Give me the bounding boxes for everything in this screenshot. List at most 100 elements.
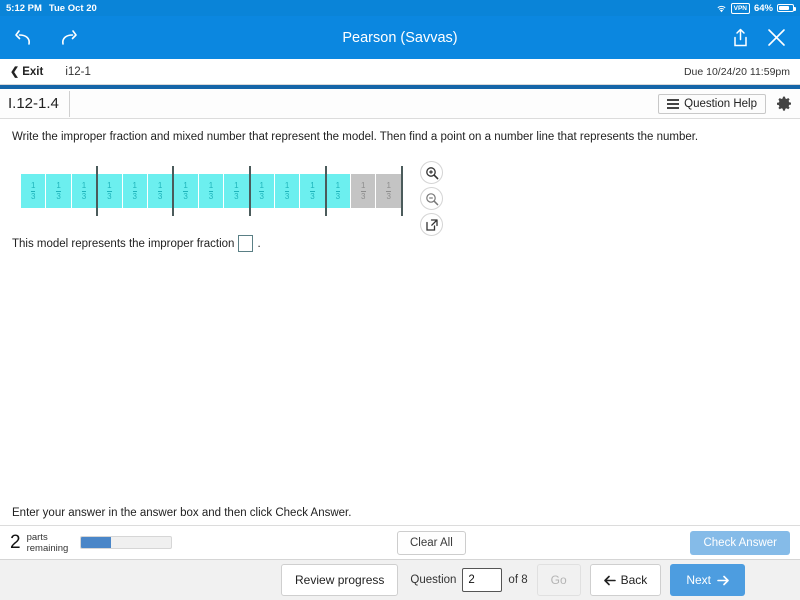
fraction-label: 13 — [234, 180, 239, 201]
question-help-button[interactable]: Question Help — [658, 93, 766, 114]
assignment-id: i12-1 — [65, 65, 91, 78]
fraction-label: 13 — [361, 180, 366, 201]
parts-remaining-count: 2 — [10, 531, 21, 553]
fraction-label: 13 — [81, 180, 87, 201]
whole-unit-divider — [248, 166, 251, 217]
status-date: Tue Oct 20 — [48, 2, 97, 14]
progress-bar — [80, 536, 173, 549]
ios-status-bar: 5:12 PM Tue Oct 20 VPN 64% — [0, 0, 800, 16]
title-tools-group: Question Help — [658, 93, 792, 114]
fraction-tile[interactable]: 13 — [97, 174, 123, 209]
fraction-tile[interactable]: 13 — [122, 174, 148, 209]
open-in-new-icon[interactable] — [420, 213, 443, 237]
back-label: Back — [620, 573, 648, 587]
answer-sentence-suffix: . — [257, 237, 261, 250]
nav-left-group — [14, 28, 78, 48]
progress-bar-fill — [81, 537, 111, 548]
fraction-label: 13 — [284, 180, 290, 201]
fraction-tile[interactable]: 13 — [173, 174, 199, 209]
answer-sentence-prefix: This model represents the improper fract… — [12, 237, 235, 250]
whole-unit-divider — [96, 166, 99, 217]
status-time: 5:12 PM — [6, 2, 42, 14]
question-label: Question — [410, 574, 457, 586]
question-number-input[interactable] — [462, 568, 503, 592]
due-date: Due 10/24/20 11:59pm — [683, 65, 790, 78]
fraction-model: 13 13 13 13 13 13 13 13 13 13 13 13 13 13 13 — [12, 161, 788, 237]
whole-unit-divider — [401, 166, 403, 217]
arrow-right-icon — [717, 575, 729, 585]
share-icon[interactable] — [732, 28, 749, 48]
parts-label-line1: parts — [26, 531, 48, 543]
fraction-label: 13 — [183, 180, 188, 201]
next-label: Next — [686, 573, 711, 587]
question-total-label: of 8 — [508, 574, 528, 586]
zoom-out-icon[interactable] — [420, 187, 443, 211]
chevron-left-icon: ❮ — [10, 66, 20, 78]
nav-right-group — [732, 28, 786, 48]
arrow-left-icon — [603, 575, 616, 585]
fraction-label: 13 — [132, 180, 137, 201]
fraction-tile[interactable]: 13 — [274, 174, 301, 209]
app-root: 5:12 PM Tue Oct 20 VPN 64% Pearson (Savv… — [0, 0, 800, 600]
answer-sentence: This model represents the improper fract… — [12, 235, 788, 253]
fraction-label: 13 — [56, 180, 61, 201]
fraction-label: 13 — [310, 180, 315, 201]
exercise-title: I.12-1.4 — [8, 90, 70, 117]
fraction-label: 13 — [30, 180, 36, 201]
exit-label: Exit — [22, 65, 44, 78]
parts-label-line2: remaining — [26, 542, 69, 554]
app-nav-bar: Pearson (Savvas) — [0, 16, 800, 59]
answer-input-box[interactable] — [238, 235, 254, 253]
parts-remaining-label: parts remaining — [27, 532, 69, 554]
fraction-tile[interactable]: 13 — [351, 174, 377, 209]
fraction-label: 13 — [208, 180, 214, 201]
page-title: Pearson (Savvas) — [342, 29, 458, 46]
clear-all-button[interactable]: Clear All — [396, 530, 466, 555]
status-bar-left: 5:12 PM Tue Oct 20 — [6, 3, 97, 14]
fraction-tile[interactable]: 13 — [376, 174, 402, 209]
fraction-tile[interactable]: 13 — [249, 174, 275, 209]
question-number-group: Question of 8 — [410, 568, 528, 592]
back-button[interactable]: Back — [589, 564, 662, 596]
question-prompt: Write the improper fraction and mixed nu… — [12, 131, 699, 143]
fraction-label: 13 — [386, 180, 391, 201]
fraction-tile[interactable]: 13 — [147, 174, 174, 209]
next-button[interactable]: Next — [670, 564, 745, 596]
question-body: Write the improper fraction and mixed nu… — [0, 119, 800, 253]
question-help-label: Question Help — [684, 97, 757, 110]
fraction-tile-bar: 13 13 13 13 13 13 13 13 13 13 13 13 13 13 13 — [21, 174, 402, 209]
fraction-tile[interactable]: 13 — [300, 174, 326, 209]
parts-remaining: 2 parts remaining — [10, 531, 173, 554]
fraction-tile[interactable]: 13 — [198, 174, 225, 209]
undo-arrow-icon[interactable] — [14, 28, 36, 48]
vpn-badge: VPN — [730, 2, 750, 14]
fraction-label: 13 — [259, 180, 264, 201]
review-progress-button[interactable]: Review progress — [281, 564, 399, 596]
navigation-footer: Review progress Question of 8 Go Back Ne… — [0, 559, 800, 600]
whole-unit-divider — [324, 166, 327, 217]
exit-bar: ❮ Exit i12-1 Due 10/24/20 11:59pm — [0, 59, 800, 85]
battery-percent: 64% — [753, 2, 773, 14]
fraction-tile[interactable]: 13 — [46, 174, 72, 209]
zoom-in-icon[interactable] — [420, 161, 443, 185]
fraction-tile[interactable]: 13 — [325, 174, 352, 209]
redo-arrow-icon[interactable] — [56, 28, 78, 48]
fraction-tile[interactable]: 13 — [21, 174, 47, 209]
exit-button[interactable]: ❮ Exit — [10, 65, 44, 79]
list-icon — [667, 98, 680, 109]
go-button[interactable]: Go — [536, 564, 581, 596]
status-bar-right: VPN 64% — [716, 2, 796, 14]
gear-icon[interactable] — [776, 96, 792, 112]
battery-icon — [777, 4, 796, 12]
wifi-icon — [717, 5, 726, 12]
close-icon[interactable] — [767, 28, 786, 47]
check-answer-button[interactable]: Check Answer — [690, 530, 790, 555]
action-bar: 2 parts remaining Clear All Check Answer — [0, 526, 800, 559]
fraction-tile[interactable]: 13 — [71, 174, 98, 209]
fraction-label: 13 — [107, 180, 112, 201]
fraction-tile[interactable]: 13 — [224, 174, 250, 209]
answer-hint: Enter your answer in the answer box and … — [0, 507, 800, 526]
exercise-title-bar: I.12-1.4 Question Help — [0, 89, 800, 119]
whole-unit-divider — [172, 166, 175, 217]
fraction-label: 13 — [157, 180, 163, 201]
